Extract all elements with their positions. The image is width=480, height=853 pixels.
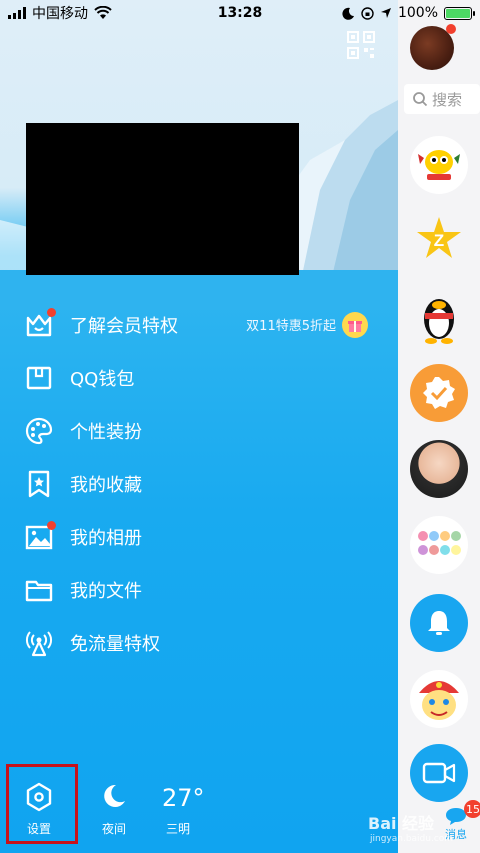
menu-label: 个性装扮 — [70, 421, 142, 443]
settings-icon — [26, 782, 52, 812]
friend-avatar[interactable] — [410, 440, 468, 498]
messages-count-badge: 15 — [464, 800, 480, 818]
qr-code-button[interactable] — [346, 30, 376, 60]
status-bar: 中国移动 13:28 100% — [0, 0, 480, 26]
notification-dot — [47, 520, 56, 530]
settings-button[interactable]: 设置 — [22, 780, 56, 837]
menu-label: 我的文件 — [70, 580, 142, 602]
moon-icon — [104, 784, 125, 807]
menu-item-vip[interactable]: 了解会员特权 双11特惠5折起 — [22, 298, 382, 351]
battery-percent: 100% — [397, 5, 438, 21]
notification-dot — [47, 307, 56, 317]
folder-icon — [22, 573, 56, 607]
search-icon — [413, 92, 428, 107]
profile-card-redacted[interactable] — [26, 123, 299, 275]
search-box[interactable]: 搜索 — [404, 84, 480, 114]
carrier-name: 中国移动 — [32, 6, 88, 22]
menu-item-free-data[interactable]: 免流量特权 — [22, 616, 382, 669]
notification-bell-icon[interactable] — [410, 594, 468, 652]
palette-icon — [22, 414, 56, 448]
night-mode-button[interactable]: 夜间 — [98, 780, 130, 837]
wifi-icon — [94, 6, 112, 19]
settings-label: 设置 — [26, 822, 51, 836]
weather-widget[interactable]: 27° 三明 — [162, 784, 205, 837]
watermark-url: jingyan.baidu.com — [370, 834, 454, 844]
battery-level — [446, 8, 470, 18]
search-placeholder: 搜索 — [432, 90, 463, 109]
night-label: 夜间 — [101, 822, 126, 836]
qq-penguin-icon[interactable] — [410, 288, 468, 346]
menu-label: 我的收藏 — [70, 474, 142, 496]
qzone-icon[interactable]: Z — [410, 210, 468, 268]
menu-item-album[interactable]: 我的相册 — [22, 510, 382, 563]
menu-label: QQ钱包 — [70, 368, 135, 390]
menu-item-themes[interactable]: 个性装扮 — [22, 404, 382, 457]
cartoon-avatar[interactable] — [410, 670, 468, 728]
video-call-icon[interactable] — [410, 744, 468, 802]
signal-tower-icon — [22, 626, 56, 660]
watermark: Bai 经验 — [368, 814, 435, 833]
gift-icon — [342, 311, 368, 338]
battery-icon — [444, 6, 475, 20]
game-center-icon[interactable] — [410, 136, 468, 194]
promo-banner[interactable]: 双11特惠5折起 — [246, 311, 368, 338]
bookmark-icon — [22, 467, 56, 501]
photo-icon — [22, 520, 56, 554]
location-arrow-icon — [380, 8, 391, 18]
drawer-menu: 了解会员特权 双11特惠5折起 QQ钱包 个性装扮 我的收藏 我的相册 我的文件… — [22, 298, 382, 669]
menu-item-wallet[interactable]: QQ钱包 — [22, 351, 382, 404]
weather-temperature: 27° — [162, 784, 205, 812]
menu-item-files[interactable]: 我的文件 — [22, 563, 382, 616]
weather-city: 三明 — [166, 822, 191, 836]
svg-text:Z: Z — [434, 231, 444, 250]
lock-rotation-icon — [361, 6, 374, 20]
cell-signal-icon — [8, 7, 26, 19]
side-drawer: 了解会员特权 双11特惠5折起 QQ钱包 个性装扮 我的收藏 我的相册 我的文件… — [0, 0, 398, 853]
status-right: 100% — [342, 5, 475, 21]
promo-text: 双11特惠5折起 — [246, 319, 336, 334]
menu-label: 我的相册 — [70, 527, 142, 549]
moon-icon — [342, 7, 354, 20]
verified-badge-icon[interactable] — [410, 364, 468, 422]
wallet-icon — [22, 361, 56, 395]
crown-icon — [22, 307, 56, 342]
drawer-bottom-bar: 设置 夜间 27° 三明 — [0, 758, 398, 853]
status-left: 中国移动 — [8, 3, 112, 23]
menu-item-favorites[interactable]: 我的收藏 — [22, 457, 382, 510]
menu-label: 了解会员特权 — [70, 315, 178, 337]
qr-code-icon — [347, 31, 375, 59]
menu-label: 免流量特权 — [70, 633, 160, 655]
group-avatars-icon[interactable] — [410, 516, 468, 574]
